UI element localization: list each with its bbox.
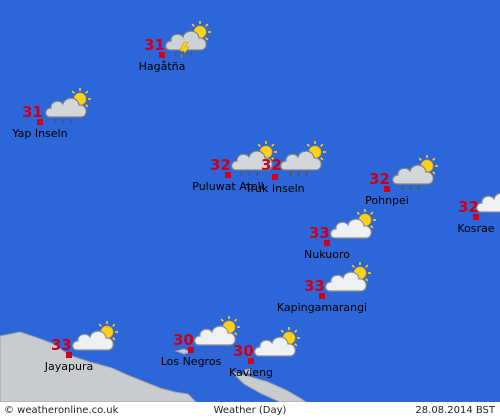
weather-map: 31 Hagåtña 31 Yap Inseln 32 Puluwat Atoll 32 Tr…	[0, 0, 500, 420]
station-name: Pohnpei	[365, 194, 409, 207]
partly-cloudy-icon	[327, 208, 377, 252]
station-temperature: 31	[144, 36, 165, 54]
station-temperature: 30	[233, 342, 254, 360]
station-temperature: 32	[210, 156, 231, 174]
station-temperature: 30	[173, 331, 194, 349]
partly-cloudy-icon	[322, 261, 372, 305]
station-temperature: 32	[369, 170, 390, 188]
station-name: Jayapura	[44, 360, 94, 373]
station-marker[interactable]	[272, 174, 278, 180]
station-name: Los Negros	[160, 355, 222, 368]
station-name: Nukuoro	[304, 248, 350, 261]
map-date: 28.08.2014 BST	[415, 405, 495, 416]
station-temperature: 33	[304, 277, 325, 295]
station-temperature: 33	[309, 224, 330, 242]
station-name: Truk Inseln	[245, 182, 305, 195]
station-name: Kosrae	[457, 222, 495, 235]
station-name: Hagåtña	[138, 60, 186, 73]
rain-shower-sun-icon	[42, 87, 92, 131]
station-name: Yap Inseln	[12, 127, 68, 140]
station-temperature: 33	[51, 336, 72, 354]
station-name: Kapingamarangi	[276, 301, 368, 314]
station-temperature: 32	[458, 198, 479, 216]
partly-cloudy-icon	[251, 326, 301, 370]
partly-cloudy-icon	[69, 320, 119, 364]
rain-shower-sun-icon	[389, 154, 439, 198]
thunderstorm-sun-icon	[162, 20, 212, 64]
station-temperature: 32	[261, 156, 282, 174]
footer-bar: © weatheronline.co.uk Weather (Day) 28.0…	[0, 402, 500, 420]
station-temperature: 31	[22, 103, 43, 121]
station-name: Kavieng	[228, 366, 274, 379]
rain-shower-sun-icon	[277, 140, 327, 184]
